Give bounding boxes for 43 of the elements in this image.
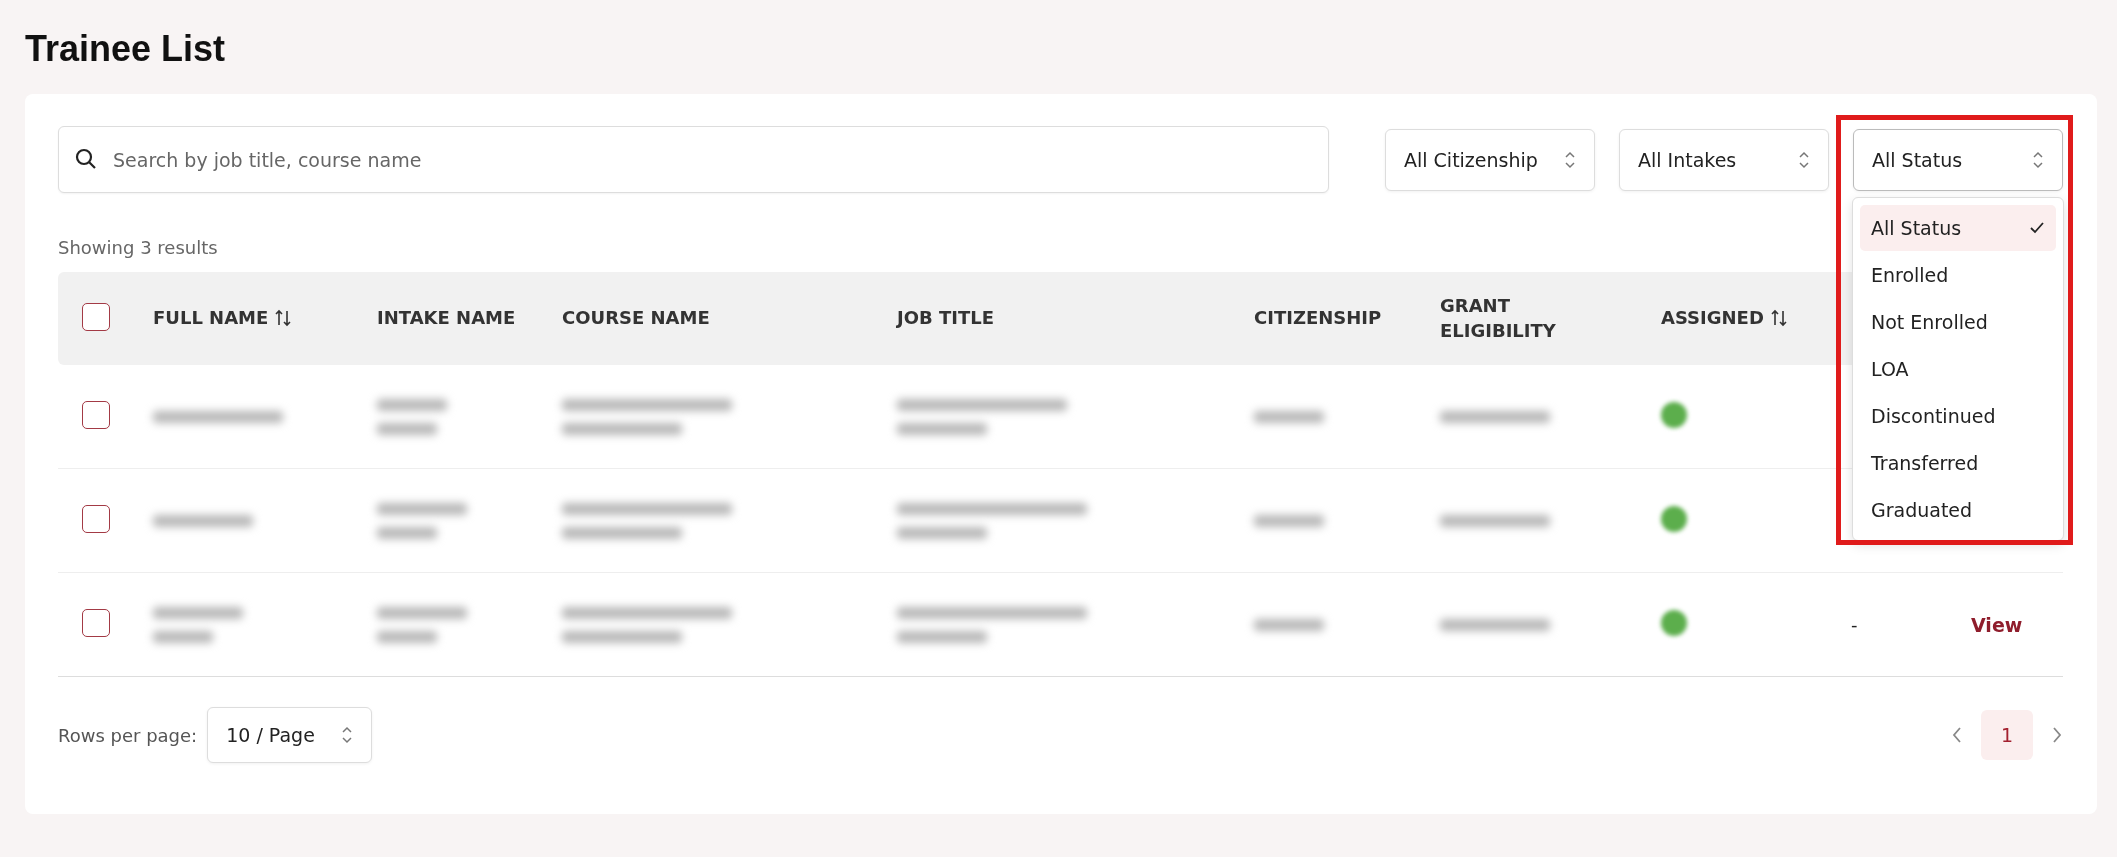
- results-count: Showing 3 results: [58, 237, 219, 258]
- check-icon: [2029, 220, 2045, 235]
- column-header: CITIZENSHIP: [1254, 306, 1382, 331]
- row-checkbox[interactable]: [82, 608, 110, 637]
- dropdown-option[interactable]: All Status: [1860, 204, 2056, 251]
- chevron-left-icon[interactable]: [1951, 726, 1963, 744]
- filter-select[interactable]: All Status: [1853, 128, 2063, 191]
- filter-select[interactable]: All Citizenship: [1385, 128, 1595, 191]
- column-header: FULL NAME: [153, 306, 269, 331]
- redacted-text: [377, 398, 447, 435]
- column-header: INTAKE NAME: [377, 306, 516, 331]
- rows-per-page-select[interactable]: 10 / Page: [207, 707, 373, 763]
- row-checkbox[interactable]: [82, 400, 110, 429]
- row-checkbox[interactable]: [82, 504, 110, 533]
- redacted-text: [1254, 618, 1324, 631]
- sort-icon[interactable]: [274, 309, 293, 328]
- search-icon: [74, 147, 98, 171]
- dropdown-option[interactable]: Discontinued: [1860, 392, 2056, 439]
- chevron-updown-icon: [2032, 150, 2044, 169]
- chevron-updown-icon: [1798, 150, 1810, 169]
- redacted-text: [1254, 514, 1324, 527]
- dropdown-option[interactable]: Enrolled: [1860, 251, 2056, 298]
- column-header: JOB TITLE: [897, 306, 994, 331]
- chevron-right-icon[interactable]: [2051, 726, 2063, 744]
- filter-select[interactable]: All Intakes: [1619, 128, 1829, 191]
- page-title: Trainee List: [25, 28, 227, 70]
- sort-icon[interactable]: [1769, 309, 1788, 328]
- dropdown-option[interactable]: Transferred: [1860, 439, 2056, 486]
- status-text: -: [1851, 614, 1858, 635]
- page-button[interactable]: 1: [1981, 710, 2033, 760]
- column-header: ASSIGNED: [1661, 306, 1764, 331]
- dropdown-option[interactable]: Graduated: [1860, 486, 2056, 533]
- chevron-updown-icon: [341, 726, 354, 744]
- view-link[interactable]: View: [1971, 613, 2023, 636]
- chevron-updown-icon: [1564, 150, 1576, 169]
- dropdown-option[interactable]: Not Enrolled: [1860, 298, 2056, 345]
- redacted-text: [1254, 410, 1324, 423]
- select-all-checkbox[interactable]: [82, 302, 110, 331]
- rows-per-page-label: Rows per page:: [58, 724, 198, 746]
- column-header: GRANT ELIGIBILITY: [1440, 294, 1557, 343]
- search-field[interactable]: Search by job title, course name: [58, 126, 1329, 193]
- dropdown-option[interactable]: LOA: [1860, 345, 2056, 392]
- column-header: COURSE NAME: [562, 306, 710, 331]
